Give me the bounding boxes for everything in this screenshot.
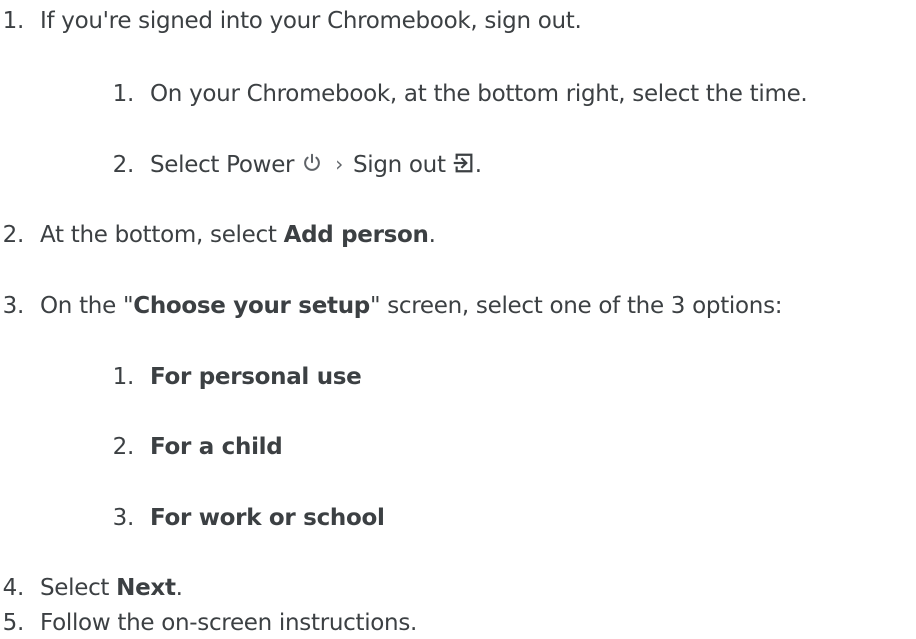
step-number: 5.: [2, 610, 25, 636]
substep-1-1: 1. On your Chromebook, at the bottom righ…: [102, 79, 808, 109]
substep-bold-text: For a child: [150, 434, 283, 460]
step-bold-text: Next: [116, 575, 176, 601]
substep-bold-text: For work or school: [150, 505, 385, 531]
substep-text-after: .: [474, 152, 482, 178]
step-text-before: On the ": [40, 293, 134, 319]
sign-out-icon: [453, 152, 475, 174]
substep-text: On your Chromebook, at the bottom right,…: [150, 81, 808, 107]
step-number: 1.: [2, 8, 25, 34]
step-text-after: .: [428, 222, 436, 248]
step-bold-text: Choose your setup: [133, 293, 370, 319]
substep-1-2: 2. Select Power › Sign out .: [102, 149, 482, 180]
step-1: 1. If you're signed into your Chromebook,…: [0, 6, 582, 36]
step-text: Follow the on-screen instructions.: [40, 610, 418, 636]
substep-number: 1.: [112, 364, 135, 390]
substep-number: 3.: [112, 505, 135, 531]
step-number: 4.: [2, 575, 25, 601]
step-2: 2. At the bottom, select Add person.: [0, 220, 436, 250]
substep-number: 2.: [112, 434, 135, 460]
step-text-after: .: [175, 575, 183, 601]
substep-3-3: 3. For work or school: [102, 503, 385, 533]
step-3: 3. On the "Choose your setup" screen, sel…: [0, 291, 783, 321]
substep-3-1: 1. For personal use: [102, 362, 362, 392]
substep-number: 1.: [112, 81, 135, 107]
step-text-before: Select: [40, 575, 117, 601]
step-text-after: " screen, select one of the 3 options:: [369, 293, 783, 319]
chevron-right-icon: ›: [335, 152, 343, 176]
power-icon: [301, 152, 323, 174]
step-number: 3.: [2, 293, 25, 319]
step-text: If you're signed into your Chromebook, s…: [40, 8, 582, 34]
substep-bold-text: For personal use: [150, 364, 362, 390]
substep-text-middle: Sign out: [352, 152, 446, 178]
substep-number: 2.: [112, 152, 135, 178]
step-number: 2.: [2, 222, 25, 248]
substep-text-before: Select Power: [150, 152, 295, 178]
step-text-before: At the bottom, select: [40, 222, 284, 248]
substep-3-2: 2. For a child: [102, 432, 283, 462]
step-5: 5. Follow the on-screen instructions.: [0, 608, 418, 638]
step-bold-text: Add person: [283, 222, 429, 248]
step-4: 4. Select Next.: [0, 573, 183, 603]
